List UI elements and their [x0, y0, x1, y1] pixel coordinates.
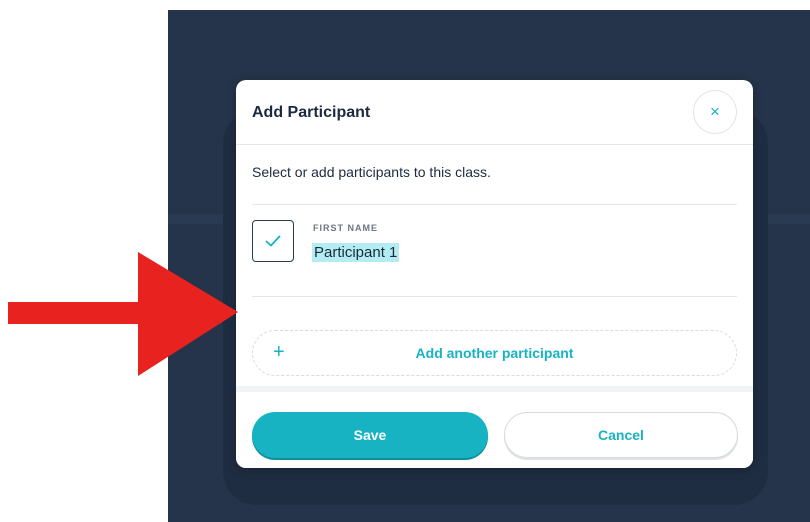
add-another-participant-button[interactable]: + Add another participant [252, 330, 737, 376]
participant-name[interactable]: Participant 1 [312, 243, 400, 262]
modal-footer: Save Cancel [236, 386, 753, 468]
add-participant-modal: Add Participant × Select or add particip… [236, 80, 753, 468]
check-icon [265, 235, 281, 247]
cancel-button[interactable]: Cancel [504, 412, 738, 458]
modal-subtitle: Select or add participants to this class… [252, 164, 491, 180]
section-divider-bottom [252, 296, 737, 297]
header-divider [236, 144, 753, 145]
section-divider-top [252, 204, 737, 205]
close-button[interactable]: × [693, 90, 737, 134]
save-button[interactable]: Save [252, 412, 488, 458]
participant-checkbox[interactable] [252, 220, 294, 262]
first-name-label: FIRST NAME [313, 223, 378, 233]
red-arrow-icon [8, 252, 238, 376]
add-another-label: Add another participant [415, 345, 574, 361]
modal-title: Add Participant [252, 104, 371, 121]
close-icon: × [710, 102, 720, 121]
